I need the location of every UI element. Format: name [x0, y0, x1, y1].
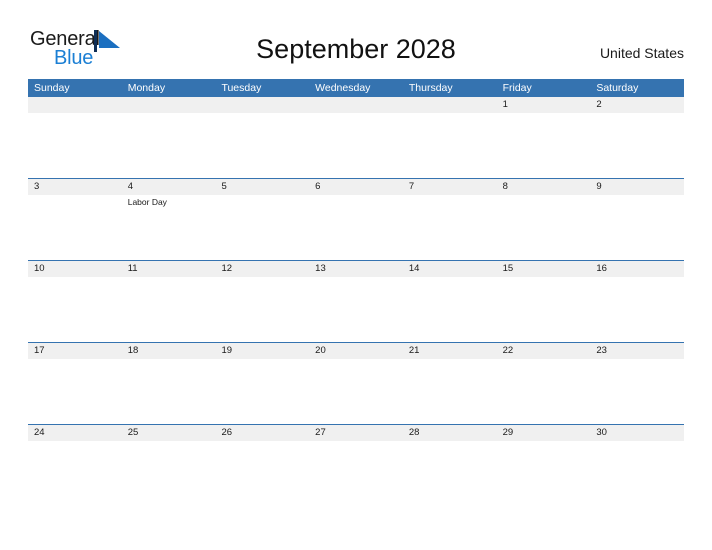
day-events: [215, 277, 309, 342]
day-events: [403, 441, 497, 506]
day-number[interactable]: 24: [28, 425, 122, 441]
day-number: [215, 97, 309, 113]
calendar-week-row: 3 4 5 6 7 8 9 Labor Day: [28, 178, 684, 260]
day-events: [28, 359, 122, 424]
day-number[interactable]: 27: [309, 425, 403, 441]
week-number-band: 10 11 12 13 14 15 16: [28, 261, 684, 277]
day-number[interactable]: 1: [497, 97, 591, 113]
day-events: [309, 277, 403, 342]
day-number[interactable]: 25: [122, 425, 216, 441]
week-event-band: [28, 441, 684, 506]
day-number[interactable]: 3: [28, 179, 122, 195]
day-events: [590, 359, 684, 424]
calendar-page: General Blue September 2028 United State…: [0, 0, 712, 550]
weekday-header-tuesday: Tuesday: [221, 82, 262, 94]
day-number[interactable]: 17: [28, 343, 122, 359]
week-event-band: [28, 359, 684, 424]
week-number-band: 3456789: [28, 179, 684, 195]
day-number[interactable]: 8: [497, 179, 591, 195]
day-events: [122, 277, 216, 342]
day-number[interactable]: 23: [590, 343, 684, 359]
day-number[interactable]: 12: [215, 261, 309, 277]
day-events: [215, 195, 309, 260]
day-number[interactable]: 7: [403, 179, 497, 195]
day-number[interactable]: 6: [309, 179, 403, 195]
day-number[interactable]: 26: [215, 425, 309, 441]
day-number: [403, 97, 497, 113]
day-events: [403, 195, 497, 260]
day-number[interactable]: 14: [403, 261, 497, 277]
day-events: [497, 359, 591, 424]
day-events: [309, 113, 403, 178]
week-event-band: Labor Day: [28, 195, 684, 260]
day-number[interactable]: 4: [122, 179, 216, 195]
day-events: Labor Day: [122, 195, 216, 260]
calendar-week-row: 24 25 26 27 28 29 30: [28, 424, 684, 506]
weekday-header-saturday: Saturday: [596, 82, 639, 94]
day-event-label: Labor Day: [127, 197, 167, 207]
week-number-band: 12: [28, 97, 684, 113]
day-events: [28, 113, 122, 178]
day-events: [497, 195, 591, 260]
calendar-weeks: 1 2 3 4 5 6 7 8 9 Labor Day 10 11 12 13 14 15 16 17 18 19 20…: [28, 97, 684, 506]
day-events: [403, 359, 497, 424]
day-number[interactable]: 16: [590, 261, 684, 277]
day-events: [28, 441, 122, 506]
calendar-week-row: 12: [28, 97, 684, 178]
locale-label: United States: [599, 45, 684, 61]
weekday-header-row: Sunday Monday Tuesday Wednesday Thursday…: [28, 79, 684, 97]
week-event-band: [28, 113, 684, 178]
day-number[interactable]: 2: [590, 97, 684, 113]
weekday-header-sunday: Sunday: [34, 82, 70, 94]
day-events: [215, 441, 309, 506]
day-events: [122, 359, 216, 424]
day-number[interactable]: 28: [403, 425, 497, 441]
page-header: General Blue September 2028 United State…: [0, 0, 712, 79]
day-events: [497, 113, 591, 178]
day-events: [122, 441, 216, 506]
day-number[interactable]: 13: [309, 261, 403, 277]
day-number[interactable]: 10: [28, 261, 122, 277]
day-events: [309, 195, 403, 260]
day-events: [590, 277, 684, 342]
day-events: [309, 441, 403, 506]
day-number[interactable]: 11: [122, 261, 216, 277]
week-number-band: 17 18 19 20 21 22 23: [28, 343, 684, 359]
day-events: [403, 277, 497, 342]
day-number[interactable]: 20: [309, 343, 403, 359]
day-number[interactable]: 22: [497, 343, 591, 359]
day-events: [28, 277, 122, 342]
day-number[interactable]: 5: [215, 179, 309, 195]
week-number-band: 24 25 26 27 28 29 30: [28, 425, 684, 441]
calendar-week-row: 17 18 19 20 21 22 23: [28, 342, 684, 424]
weekday-header-monday: Monday: [127, 82, 166, 94]
day-number[interactable]: 21: [403, 343, 497, 359]
weekday-header-friday: Friday: [502, 82, 532, 94]
day-events: [590, 441, 684, 506]
weekday-header-thursday: Thursday: [408, 82, 453, 94]
week-event-band: [28, 277, 684, 342]
day-events: [215, 359, 309, 424]
day-events: [309, 359, 403, 424]
day-events: [497, 441, 591, 506]
day-events: [215, 113, 309, 178]
day-number[interactable]: 15: [497, 261, 591, 277]
day-events: [403, 113, 497, 178]
day-events: [497, 277, 591, 342]
weekday-header-wednesday: Wednesday: [315, 82, 371, 94]
day-number: [309, 97, 403, 113]
calendar-week-row: 10 11 12 13 14 15 16: [28, 260, 684, 342]
day-number: [28, 97, 122, 113]
day-number[interactable]: 18: [122, 343, 216, 359]
day-events: [122, 113, 216, 178]
day-number[interactable]: 30: [590, 425, 684, 441]
day-number: [122, 97, 216, 113]
day-events: [28, 195, 122, 260]
day-events: [590, 195, 684, 260]
day-number[interactable]: 9: [590, 179, 684, 195]
day-number[interactable]: 29: [497, 425, 591, 441]
day-number[interactable]: 19: [215, 343, 309, 359]
month-calendar: Sunday Monday Tuesday Wednesday Thursday…: [28, 79, 684, 506]
day-events: [590, 113, 684, 178]
